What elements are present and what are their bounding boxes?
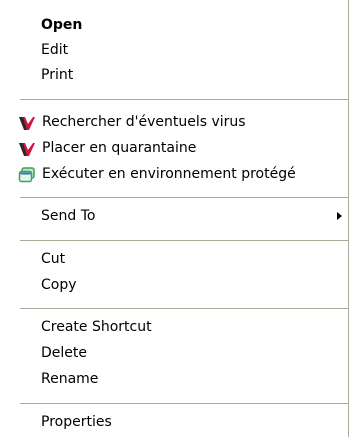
- sandbox-window-icon: [18, 166, 36, 183]
- menu-item-properties[interactable]: Properties: [1, 409, 348, 435]
- menu-item-label: Cut: [41, 251, 66, 267]
- menu-item-label: Create Shortcut: [41, 319, 152, 335]
- kaspersky-icon: [18, 140, 36, 156]
- menu-item-label: Send To: [41, 208, 96, 224]
- menu-item-label: Properties: [41, 414, 112, 430]
- menu-separator: [20, 99, 348, 100]
- menu-item-label: Copy: [41, 277, 77, 293]
- menu-item-cut[interactable]: Cut: [1, 246, 348, 272]
- menu-item-create-shortcut[interactable]: Create Shortcut: [1, 314, 348, 340]
- menu-item-edit[interactable]: Edit: [1, 37, 348, 63]
- submenu-arrow-icon: [337, 212, 342, 220]
- menu-item-label: Print: [41, 67, 74, 83]
- menu-item-sandbox-run[interactable]: Exécuter en environnement protégé: [1, 161, 348, 187]
- menu-separator: [20, 240, 348, 241]
- menu-separator: [20, 308, 348, 309]
- menu-item-print[interactable]: Print: [1, 62, 348, 88]
- menu-item-quarantine[interactable]: Placer en quarantaine: [1, 135, 348, 161]
- menu-item-label: Placer en quarantaine: [42, 140, 197, 156]
- menu-item-send-to[interactable]: Send To: [1, 203, 348, 229]
- menu-separator: [20, 403, 348, 404]
- menu-item-label: Rename: [41, 371, 99, 387]
- menu-item-delete[interactable]: Delete: [1, 340, 348, 366]
- menu-item-rename[interactable]: Rename: [1, 366, 348, 392]
- context-menu: Open Edit Print Rechercher d'éventuels v…: [0, 0, 349, 437]
- menu-separator: [20, 197, 348, 198]
- menu-item-scan-virus[interactable]: Rechercher d'éventuels virus: [1, 109, 348, 135]
- menu-item-open[interactable]: Open: [1, 12, 348, 38]
- menu-item-label: Rechercher d'éventuels virus: [42, 114, 246, 130]
- kaspersky-icon: [18, 114, 36, 130]
- menu-item-label: Delete: [41, 345, 87, 361]
- menu-item-label: Open: [41, 17, 83, 33]
- menu-item-label: Exécuter en environnement protégé: [42, 166, 296, 182]
- menu-item-label: Edit: [41, 42, 69, 58]
- menu-item-copy[interactable]: Copy: [1, 272, 348, 298]
